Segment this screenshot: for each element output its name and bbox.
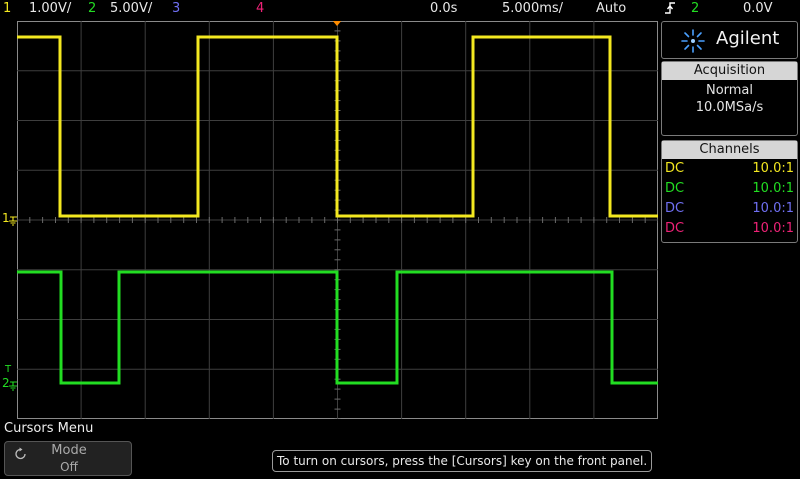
- channel-row-1[interactable]: DC 10.0:1: [662, 159, 797, 179]
- acquisition-header: Acquisition: [662, 62, 797, 80]
- channel-row-2[interactable]: DC 10.0:1: [662, 179, 797, 199]
- spark-icon: [681, 29, 705, 53]
- trigger-level[interactable]: 0.0V: [743, 1, 773, 16]
- channels-panel[interactable]: Channels DC 10.0:1 DC 10.0:1 DC 10.0:1 D…: [661, 140, 798, 243]
- ground-icon: [9, 216, 17, 226]
- ch4-probe-ratio: 10.0:1: [752, 221, 794, 236]
- mode-value: Off: [60, 460, 78, 474]
- ground-icon: [9, 381, 17, 391]
- ch3-probe-ratio: 10.0:1: [752, 201, 794, 216]
- brand-panel: Agilent: [661, 21, 798, 59]
- ch3-number[interactable]: 3: [172, 1, 180, 16]
- trigger-level-marker[interactable]: T: [5, 364, 11, 375]
- ch1-ground-marker[interactable]: 1: [2, 211, 18, 230]
- ch3-coupling: DC: [665, 201, 685, 216]
- trigger-source[interactable]: 2: [691, 1, 699, 16]
- status-bar: 1 1.00V/ 2 5.00V/ 3 4 0.0s 5.000ms/ Auto…: [0, 0, 800, 18]
- mode-softkey[interactable]: Mode Off: [4, 441, 132, 476]
- ch2-ground-marker[interactable]: 2: [2, 376, 18, 394]
- ch1-number[interactable]: 1: [3, 1, 11, 16]
- mode-label: Mode: [51, 443, 87, 458]
- ch2-coupling: DC: [665, 181, 685, 196]
- time-offset[interactable]: 0.0s: [430, 1, 457, 16]
- ch1-coupling: DC: [665, 161, 685, 176]
- brand-name: Agilent: [716, 28, 780, 49]
- channels-header: Channels: [662, 141, 797, 159]
- ch1-scale[interactable]: 1.00V/: [29, 1, 71, 16]
- timebase[interactable]: 5.000ms/: [502, 1, 563, 16]
- acquisition-mode: Normal: [705, 83, 754, 98]
- ch2-scale[interactable]: 5.00V/: [110, 1, 152, 16]
- channel-row-3[interactable]: DC 10.0:1: [662, 199, 797, 219]
- ch1-probe-ratio: 10.0:1: [752, 161, 794, 176]
- ch4-number[interactable]: 4: [256, 1, 264, 16]
- rising-edge-icon: [663, 0, 677, 20]
- ch4-coupling: DC: [665, 221, 685, 236]
- sample-rate: 10.0MSa/s: [695, 100, 764, 115]
- channel-row-4[interactable]: DC 10.0:1: [662, 219, 797, 239]
- waveform-display[interactable]: [16, 20, 659, 420]
- trigger-mode[interactable]: Auto: [596, 1, 626, 16]
- graticule: [16, 20, 659, 420]
- ch2-probe-ratio: 10.0:1: [752, 181, 794, 196]
- ch2-number[interactable]: 2: [88, 1, 96, 16]
- cursor-hint-message: To turn on cursors, press the [Cursors] …: [272, 450, 653, 472]
- menu-title: Cursors Menu: [4, 421, 94, 436]
- acquisition-panel[interactable]: Acquisition Normal 10.0MSa/s: [661, 61, 798, 136]
